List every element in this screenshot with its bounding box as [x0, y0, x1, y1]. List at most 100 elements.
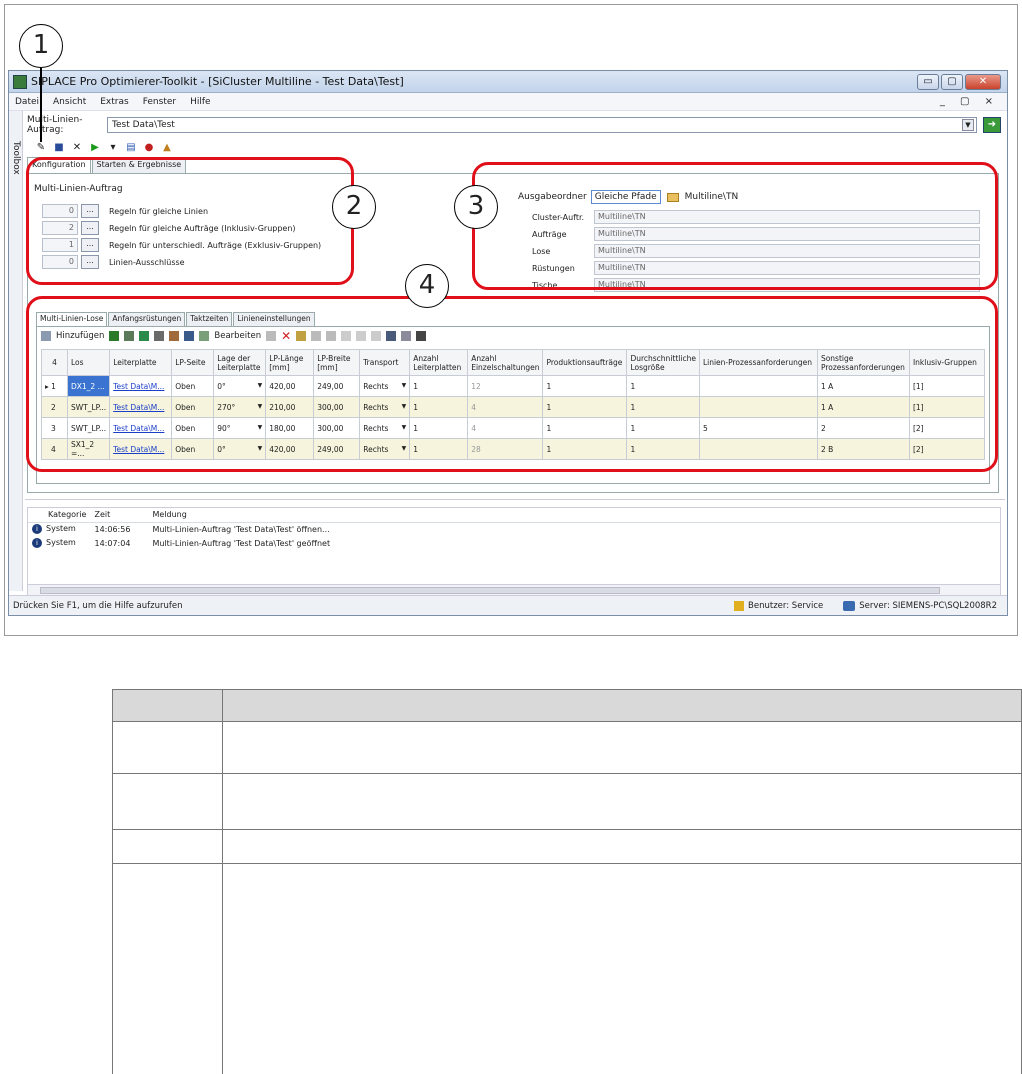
- cell-inclusive-groups[interactable]: [2]: [908, 438, 986, 460]
- cell-board-link[interactable]: Test Data\M...: [109, 396, 173, 418]
- multiline-job-select[interactable]: Test Data\Test ▼: [107, 117, 977, 133]
- cell-circuit-count[interactable]: 4: [467, 396, 544, 418]
- log-row[interactable]: i System 14:06:56 Multi-Linien-Auftrag 'T…: [28, 522, 1000, 536]
- rule-edit-button[interactable]: ...: [81, 255, 99, 269]
- tab-cycle-times[interactable]: Taktzeiten: [186, 312, 233, 326]
- chevron-down-icon[interactable]: ▼: [402, 382, 407, 389]
- path-field[interactable]: Multiline\TN: [594, 278, 980, 292]
- cell-avg-lot-size[interactable]: 1: [626, 438, 700, 460]
- cell-transport[interactable]: Rechts ▼: [359, 375, 411, 397]
- cell-width[interactable]: 249,00: [313, 438, 361, 460]
- cell-production-orders[interactable]: 1: [542, 438, 628, 460]
- chevron-down-icon[interactable]: ▼: [962, 119, 974, 131]
- folder-icon[interactable]: [666, 192, 679, 202]
- calendar-icon[interactable]: [386, 331, 397, 341]
- cell-other-requirements[interactable]: 2 B: [816, 438, 910, 460]
- column-left-icon[interactable]: [341, 331, 352, 341]
- link-icon[interactable]: [311, 331, 322, 341]
- menu-window[interactable]: Fenster: [143, 97, 176, 107]
- cell-avg-lot-size[interactable]: 1: [626, 417, 700, 439]
- maximize-button[interactable]: ▢: [941, 73, 963, 90]
- remove-icon[interactable]: ✕: [281, 330, 291, 342]
- grid-options-icon[interactable]: [41, 331, 51, 341]
- toolbox-panel[interactable]: Toolbox: [9, 111, 23, 591]
- rule-edit-button[interactable]: ...: [81, 221, 99, 235]
- cell-inclusive-groups[interactable]: [1]: [908, 396, 986, 418]
- cell-lot[interactable]: SWT_LP...: [66, 396, 111, 418]
- table-row[interactable]: 3 SWT_LP... Test Data\M... Oben 90° ▼ 180…: [41, 417, 986, 439]
- tab-line-settings[interactable]: Linieneinstellungen: [233, 312, 315, 326]
- path-field[interactable]: Multiline\TN: [594, 261, 980, 275]
- chevron-down-icon[interactable]: ▼: [402, 445, 407, 452]
- add-button[interactable]: Hinzufügen: [56, 331, 104, 341]
- menu-file[interactable]: Datei: [15, 97, 39, 107]
- cell-lot[interactable]: SWT_LP...: [66, 417, 111, 439]
- edit-icon[interactable]: ✎: [35, 142, 47, 154]
- chevron-down-icon[interactable]: ▼: [402, 424, 407, 431]
- properties-icon[interactable]: [266, 331, 277, 341]
- refresh-icon[interactable]: [139, 331, 150, 341]
- edit-button[interactable]: Bearbeiten: [214, 331, 261, 341]
- cell-side[interactable]: Oben: [171, 417, 215, 439]
- menu-view[interactable]: Ansicht: [53, 97, 86, 107]
- print-icon[interactable]: [416, 331, 427, 341]
- cell-production-orders[interactable]: 1: [542, 375, 628, 397]
- column-header[interactable]: Anzahl Einzelschaltungen: [467, 349, 544, 376]
- chevron-down-icon[interactable]: ▼: [258, 445, 263, 452]
- open-job-button[interactable]: ➜: [983, 117, 1001, 133]
- chevron-down-icon[interactable]: ▼: [258, 403, 263, 410]
- log-column-header[interactable]: Kategorie: [28, 508, 91, 523]
- panel-splitter[interactable]: [25, 499, 1005, 505]
- cell-board-link[interactable]: Test Data\M...: [109, 438, 173, 460]
- rule-edit-button[interactable]: ...: [81, 238, 99, 252]
- cell-side[interactable]: Oben: [171, 438, 215, 460]
- delete-icon[interactable]: ✕: [71, 142, 83, 154]
- cell-lot[interactable]: DX1_2 ...: [66, 375, 111, 397]
- cell-transport[interactable]: Rechts ▼: [359, 417, 411, 439]
- chevron-down-icon[interactable]: ▼: [402, 403, 407, 410]
- save-icon[interactable]: ■: [53, 142, 65, 154]
- column-header[interactable]: LP-Breite [mm]: [313, 349, 361, 376]
- cell-production-orders[interactable]: 1: [542, 396, 628, 418]
- cell-side[interactable]: Oben: [171, 375, 215, 397]
- merge-icon[interactable]: [169, 331, 180, 341]
- unlink-icon[interactable]: [326, 331, 337, 341]
- cell-production-orders[interactable]: 1: [542, 417, 628, 439]
- log-column-header[interactable]: Zeit: [90, 508, 149, 523]
- cell-other-requirements[interactable]: 1 A: [816, 396, 910, 418]
- cell-length[interactable]: 420,00: [265, 375, 315, 397]
- cell-board-link[interactable]: Test Data\M...: [109, 417, 173, 439]
- cell-board-count[interactable]: 1: [409, 396, 469, 418]
- cell-inclusive-groups[interactable]: [2]: [908, 417, 986, 439]
- cell-line-requirements[interactable]: [698, 438, 818, 460]
- cell-other-requirements[interactable]: 2: [816, 417, 910, 439]
- row-number[interactable]: 4: [41, 438, 68, 460]
- tag-icon[interactable]: [296, 331, 307, 341]
- excel-icon[interactable]: [109, 331, 120, 341]
- import-icon[interactable]: ▲: [161, 142, 173, 154]
- rule-edit-button[interactable]: ...: [81, 204, 99, 218]
- column-header[interactable]: Linien-Prozessanforderungen: [698, 349, 818, 376]
- table-icon[interactable]: [199, 331, 210, 341]
- column-header[interactable]: Anzahl Leiterplatten: [409, 349, 469, 376]
- cell-board-count[interactable]: 1: [409, 375, 469, 397]
- menu-extras[interactable]: Extras: [100, 97, 128, 107]
- cell-board-count[interactable]: 1: [409, 417, 469, 439]
- export-icon[interactable]: ▤: [125, 142, 137, 154]
- log-row[interactable]: i System 14:07:04 Multi-Linien-Auftrag 'T…: [28, 536, 1000, 550]
- tab-configuration[interactable]: Konfiguration: [27, 157, 91, 173]
- cell-orientation[interactable]: 0° ▼: [213, 375, 267, 397]
- column-header[interactable]: Produktionsaufträge: [542, 349, 628, 376]
- cell-line-requirements[interactable]: 5: [698, 417, 818, 439]
- chevron-down-icon[interactable]: ▼: [258, 424, 263, 431]
- column-header[interactable]: LP-Länge [mm]: [265, 349, 315, 376]
- path-field[interactable]: Multiline\TN: [594, 210, 980, 224]
- log-column-header[interactable]: Meldung: [148, 508, 1000, 523]
- run-dropdown-icon[interactable]: ▾: [107, 142, 119, 154]
- table-row[interactable]: ▸ 1 DX1_2 ... Test Data\M... Oben 0° ▼ 42…: [41, 375, 986, 397]
- help-icon[interactable]: ●: [143, 142, 155, 154]
- cell-circuit-count[interactable]: 12: [467, 375, 544, 397]
- path-field[interactable]: Multiline\TN: [594, 227, 980, 241]
- column-header[interactable]: Lage der Leiterplatte: [213, 349, 267, 376]
- column-header[interactable]: Durchschnittliche Losgröße: [626, 349, 700, 376]
